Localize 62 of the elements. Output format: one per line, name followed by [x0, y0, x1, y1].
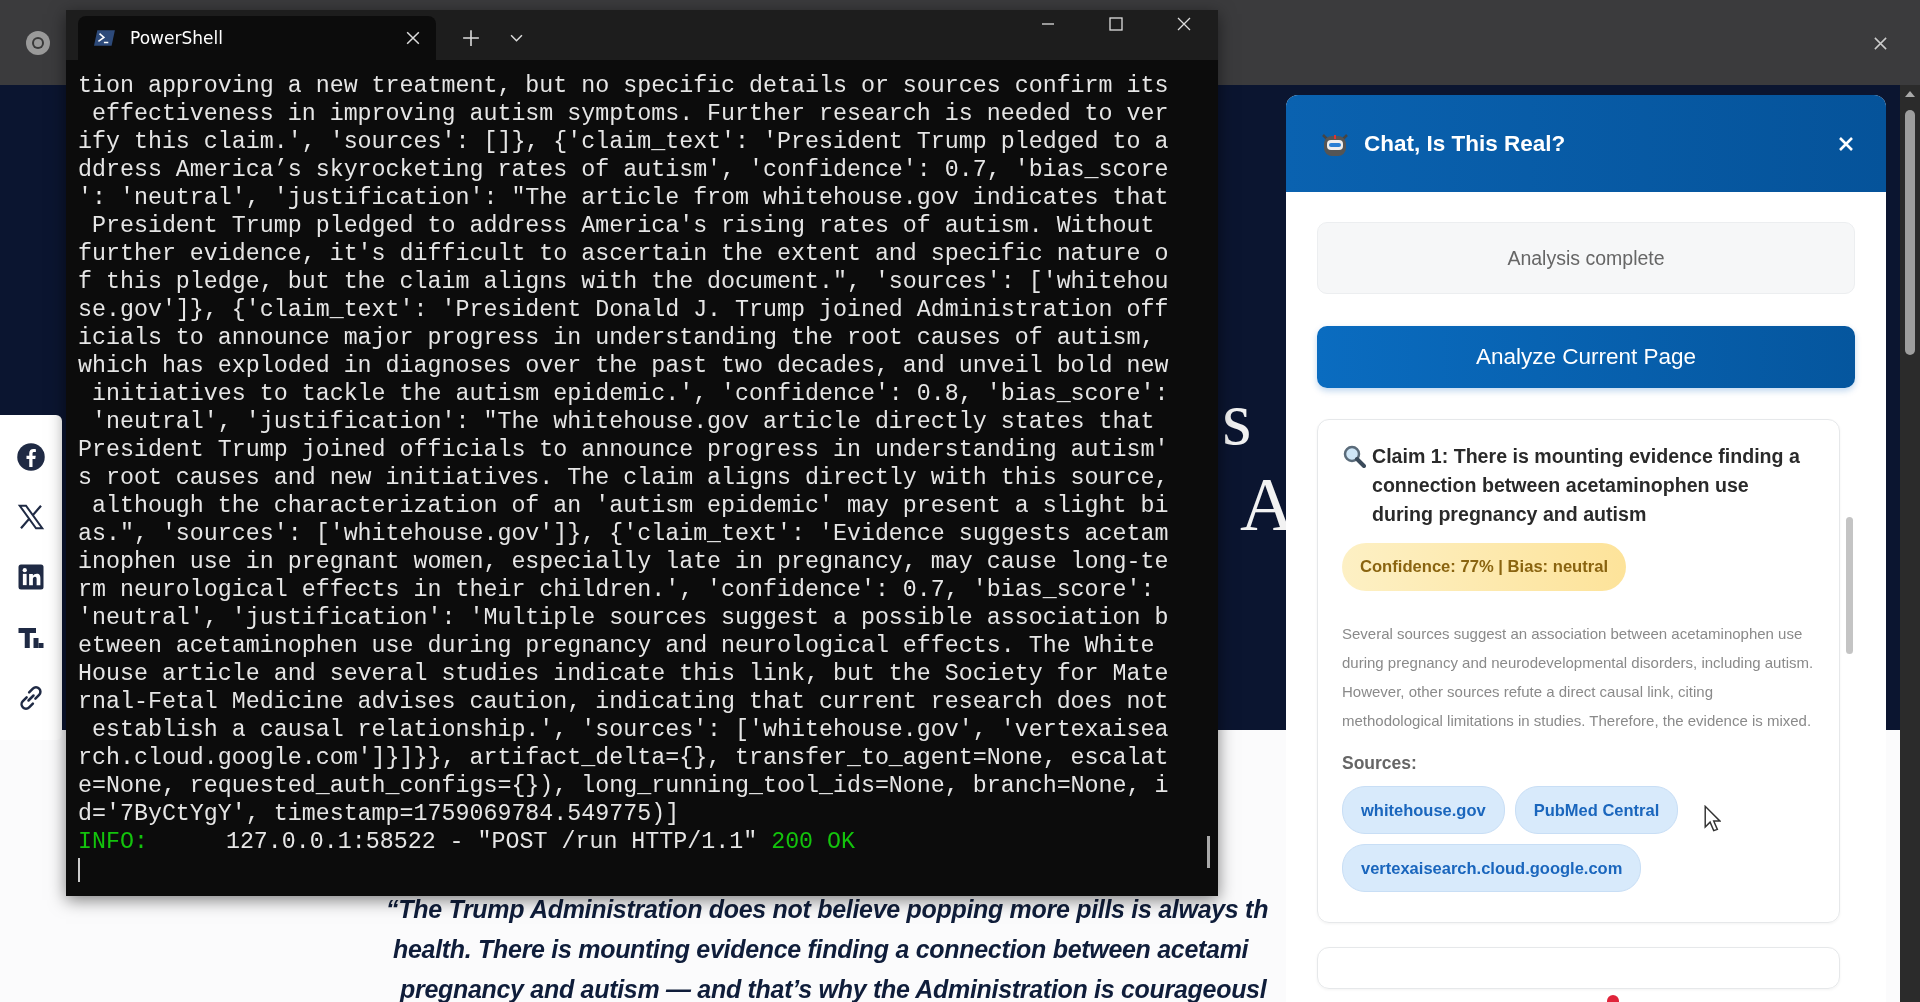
panel-title: Chat, Is This Real?	[1364, 130, 1567, 157]
terminal-line: ddress America’s skyrocketing rates of autism', 'confidence': 0.7, 'bias_score	[78, 156, 1170, 184]
status-message: Analysis complete	[1317, 222, 1855, 294]
terminal-line: 'neutral', 'justification': "The whitehouse.gov article directly states that	[90, 408, 1156, 436]
terminal-line: although the characterization of an 'autism epidemic' may present a slight bi	[90, 492, 1170, 520]
terminal-line: initiatives to tackle the autism epidemic.', 'confidence': 0.8, 'bias_score':	[90, 380, 1170, 408]
terminal-line: which has exploded in diagnoses over the past two decades, and unveil bold new	[78, 352, 1170, 380]
sources-label: Sources:	[1342, 753, 1417, 774]
justification-text: Several sources suggest an association between acetaminophen use during pregnancy and neurodevelopmental disorders, including autism. However, other sources refute a direct causal link, citing methodological limitations in studies. Therefore, the evidence is mixed.	[1342, 624, 1815, 731]
confidence-badge: Confidence: 77% | Bias: neutral	[1342, 543, 1627, 591]
analyze-button[interactable]: Analyze Current Page	[1317, 326, 1855, 388]
log-message: 127.0.0.1:58522 - "POST /run HTTP/1.1"	[225, 829, 758, 855]
log-level: INFO:	[78, 829, 148, 855]
quote-text: health. There is mounting evidence finding a connection between acetami	[392, 936, 1250, 962]
terminal-line: 'neutral', 'justification': 'Multiple sources suggest a possible association b	[78, 604, 1170, 632]
terminal-line: rm neurological effects in their children.', 'confidence': 0.7, 'bias_score':	[78, 576, 1156, 604]
close-icon[interactable]	[1176, 16, 1192, 32]
terminal-line: ': 'neutral', 'justification': "The article from whitehouse.gov indicates that	[78, 184, 1170, 212]
facebook-icon[interactable]	[16, 442, 46, 473]
terminal-line: effectiveness in improving autism symptoms. Further research is needed to ver	[90, 100, 1170, 128]
chevron-down-icon[interactable]	[510, 34, 523, 43]
terminal-line: further evidence, it's difficult to ascertain the extent and specific nature o	[78, 240, 1170, 268]
terminal-line: s root causes and new initiatives. The claim aligns directly with this source,	[78, 464, 1170, 492]
terminal-line: inophen use in pregnant women, especially late in pregnancy, may cause long-te	[78, 548, 1170, 576]
source-tag[interactable]: vertexaisearch.cloud.google.com	[1342, 844, 1642, 892]
terminal-line: etween acetaminophen use during pregnancy and neurological effects. The White	[78, 632, 1156, 660]
terminal-line: rnal-Fetal Medicine advises caution, indicating that current research does not	[78, 688, 1170, 716]
claim-title: Claim 1: There is mounting evidence finding a connection between acetaminophen use during pregnancy and autism	[1372, 444, 1801, 527]
close-icon[interactable]	[406, 31, 420, 45]
terminal-line: se.gov']}, {'claim_text': 'President Donald J. Trump joined Administration off	[78, 296, 1170, 324]
terminal-line: ify this claim.', 'sources': []}, {'claim_text': 'President Trump pledged to a	[78, 128, 1170, 156]
terminal-line: as.", 'sources': ['whitehouse.gov']}, {'claim_text': 'Evidence suggests acetam	[78, 520, 1170, 548]
browser-logo-icon[interactable]	[24, 29, 52, 57]
hero-title: A	[1240, 466, 1295, 542]
terminal-line: icials to announce major progress in understanding the root causes of autism,	[78, 324, 1156, 352]
terminal-line: establish a causal relationship.', 'sources': ['whitehouse.gov', 'vertexaisea	[90, 716, 1170, 744]
maximize-icon[interactable]	[1108, 16, 1124, 32]
mouse-pointer-icon	[1704, 805, 1721, 832]
terminal-line: President Trump pledged to address America's rising rates of autism. Without	[90, 212, 1156, 240]
magnifier-icon	[1342, 444, 1366, 468]
status-text: 200 OK	[771, 829, 856, 855]
terminal-tab[interactable]: PowerShell	[78, 16, 436, 60]
scrollbar-thumb[interactable]	[1905, 110, 1915, 355]
terminal-line: House article and several studies indicate this link, but the Society for Mate	[78, 660, 1170, 688]
text-cursor	[78, 858, 80, 882]
terminal-line: f this pledge, but the claim aligns with the document.", 'sources': ['whitehou	[78, 268, 1170, 296]
powershell-icon	[94, 29, 116, 47]
terminal-line: e=None, requested_auth_configs={}), long_running_tool_ids=None, branch=None, i	[78, 772, 1170, 800]
terminal-line: d='7ByCtYgY', timestamp=1759069784.549775)]	[78, 800, 681, 828]
scroll-up-icon[interactable]	[1905, 91, 1915, 97]
scrollbar-thumb[interactable]	[1846, 517, 1853, 654]
close-icon[interactable]	[1873, 36, 1888, 51]
source-tag[interactable]: whitehouse.gov	[1342, 786, 1505, 834]
quote-text: “The Trump Administration does not believe popping more pills is always th	[386, 896, 1269, 922]
plus-icon[interactable]	[462, 29, 480, 47]
scrollbar-thumb[interactable]	[1207, 836, 1210, 868]
source-tag[interactable]: PubMed Central	[1514, 786, 1679, 834]
terminal-line: President Trump joined officials to announce progress in understanding autism'	[78, 436, 1170, 464]
terminal-line: tion approving a new treatment, but no specific details or sources confirm its	[78, 72, 1170, 100]
hero-title: s	[1222, 380, 1252, 456]
linkedin-icon[interactable]	[16, 562, 46, 593]
terminal-line: rch.cloud.google.com']}]}}, artifact_delta={}, transfer_to_agent=None, escalat	[78, 744, 1170, 772]
